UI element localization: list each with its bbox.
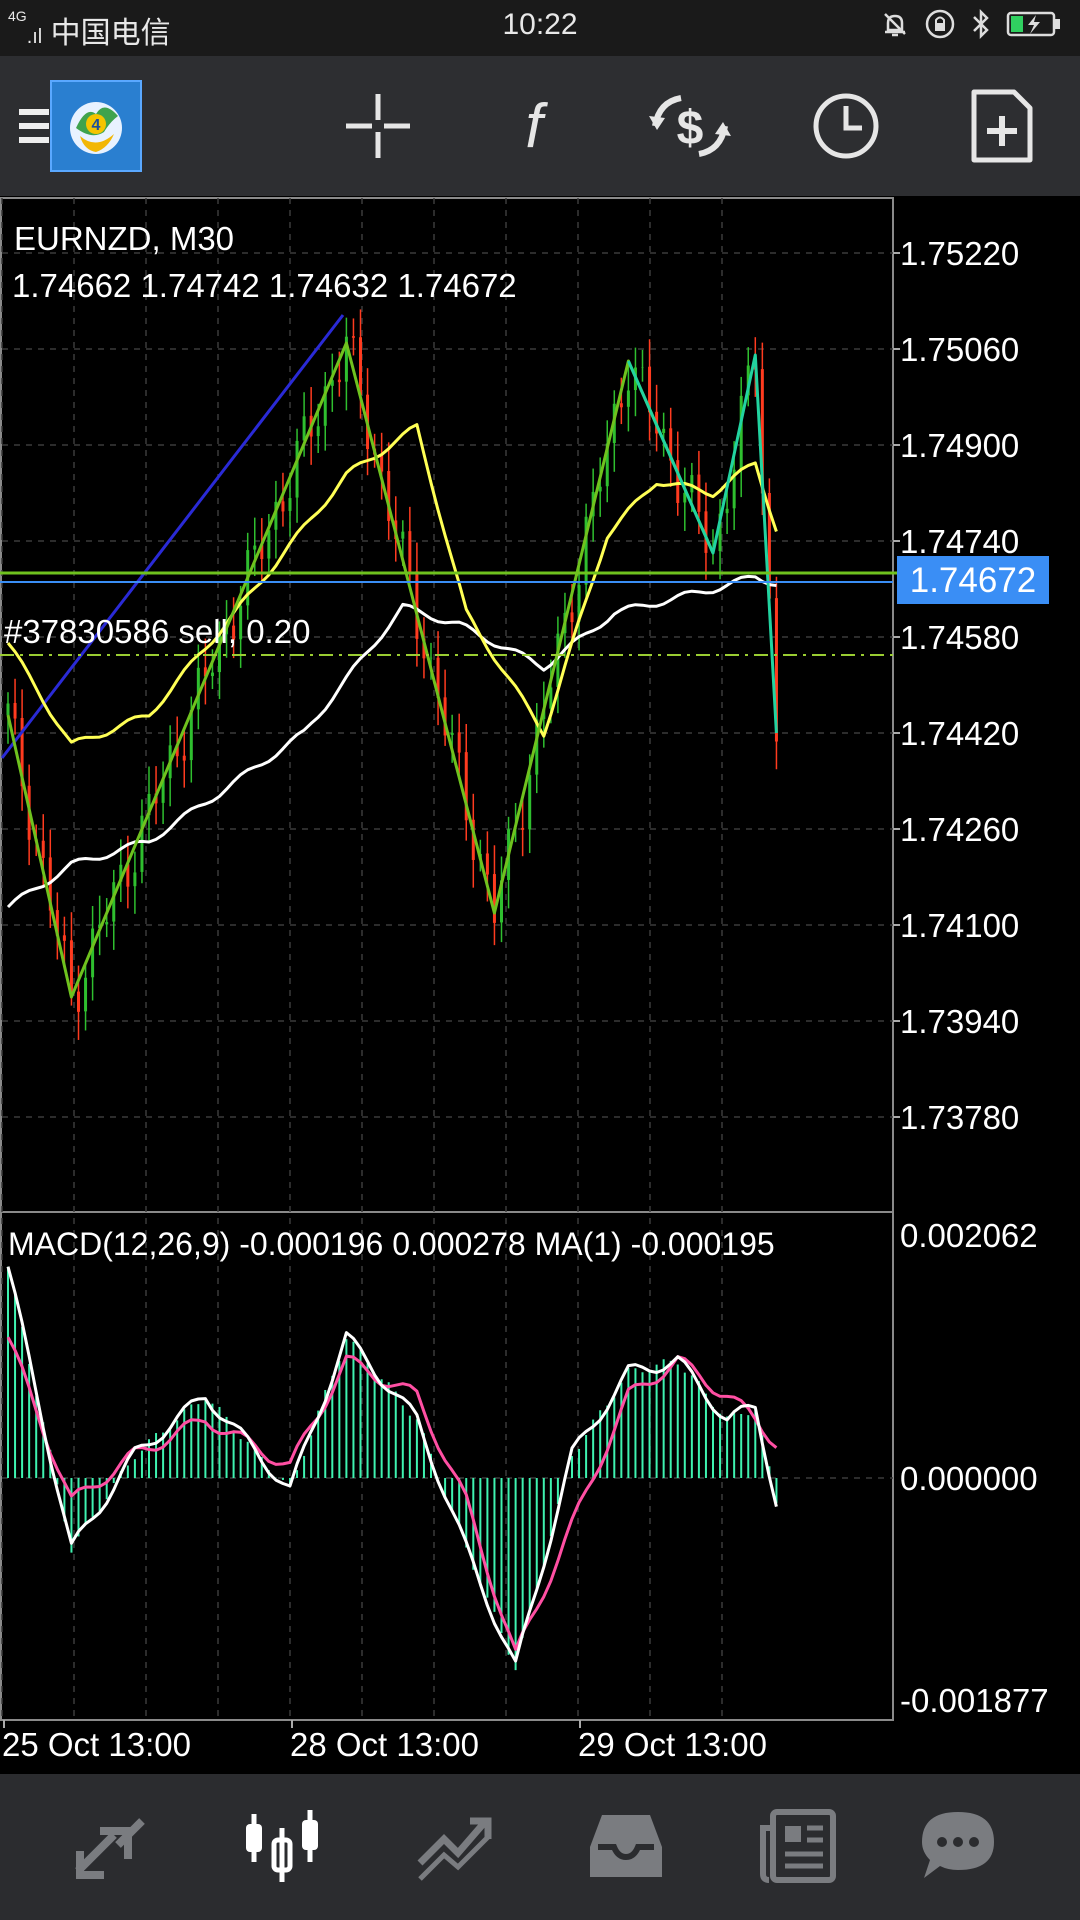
ohlc-label: 1.74662 1.74742 1.74632 1.74672 [12,267,517,304]
price-tick-label: 1.74900 [900,427,1019,464]
trade-icon: $ [649,95,731,157]
indicators-icon: f [525,92,548,161]
price-tick-label: 1.74580 [900,619,1019,656]
crosshair-icon [346,94,410,158]
price-tick-label: 1.74740 [900,523,1019,560]
mute-icon [884,13,906,37]
price-tick-label: 1.74420 [900,715,1019,752]
battery-charging-icon [1006,11,1060,37]
nav-chart[interactable] [222,1796,342,1896]
nav-trade[interactable] [394,1796,514,1896]
price-tick-label: 1.74260 [900,811,1019,848]
main-chart-frame [0,197,894,1213]
zigzag-recent-line [627,353,778,734]
new-order-icon [971,89,1033,163]
price-tick-label: 1.73940 [900,1003,1019,1040]
price-tick-label: 1.73780 [900,1099,1019,1136]
time-tick-label: 29 Oct 13:00 [578,1726,767,1763]
price-tick-label: 1.75060 [900,331,1019,368]
quotes-icon [75,1818,145,1879]
macd-tick-label: -0.001877 [900,1682,1049,1719]
app-logo: 4 [50,80,142,172]
time-tick-label: 25 Oct 13:00 [2,1726,191,1763]
price-axis: 1.75220 1.75060 1.74900 1.74740 1.74580 1.744… [893,235,1019,1136]
logo-badge: 4 [92,117,101,134]
bluetooth-icon [973,8,989,40]
price-tick-label: 1.75220 [900,235,1019,272]
candles [6,309,778,1040]
chart-toolbar: 4 f $ [0,56,1080,196]
macd-main-line [6,1266,778,1663]
time-tick-label: 28 Oct 13:00 [290,1726,479,1763]
timeframe-icon [813,93,879,159]
status-bar: 4G.ıl 中国电信 10:22 [0,0,1080,56]
menu-icon [19,109,49,143]
symbol-label: EURNZD, M30 [14,220,234,257]
new-order-button[interactable] [952,76,1052,176]
chat-icon [922,1812,994,1878]
lock-rotation-icon [925,9,955,39]
status-icons [880,8,1062,40]
chart-icon [246,1810,318,1882]
macd-tick-label: 0.000000 [900,1460,1038,1497]
time-axis: 25 Oct 13:00 28 Oct 13:00 29 Oct 13:00 [2,1720,767,1763]
ma-fast-line [6,423,778,744]
svg-text:$: $ [677,102,704,155]
bottom-nav [0,1774,1080,1920]
nav-history[interactable] [566,1796,686,1896]
indicators-button[interactable]: f [484,76,584,176]
macd-label: MACD(12,26,9) -0.000196 0.000278 MA(1) -… [8,1226,775,1262]
trendline[interactable] [0,314,345,759]
timeframe-button[interactable] [796,76,896,176]
news-icon [760,1809,836,1883]
price-tick-label: 1.74100 [900,907,1019,944]
nav-chat[interactable] [898,1796,1018,1896]
current-price: 1.74672 [910,561,1037,600]
crosshair-button[interactable] [328,76,428,176]
macd-axis: 0.002062 0.000000 -0.001877 [900,1217,1049,1719]
trade-icon [417,1817,492,1881]
nav-news[interactable] [738,1796,858,1896]
svg-text:f: f [525,92,548,161]
app-logo-icon: 4 [70,102,122,154]
chart-area[interactable]: EURNZD, M30 1.74662 1.74742 1.74632 1.74… [0,196,1080,1774]
macd-signal-line [6,1336,778,1651]
trade-button[interactable]: $ [640,76,740,176]
chart-canvas[interactable]: EURNZD, M30 1.74662 1.74742 1.74632 1.74… [0,196,1080,1774]
macd-tick-label: 0.002062 [900,1217,1038,1254]
history-icon [590,1815,662,1877]
nav-quotes[interactable] [50,1796,170,1896]
order-label: #37830586 sell, 0.20 [4,613,310,650]
